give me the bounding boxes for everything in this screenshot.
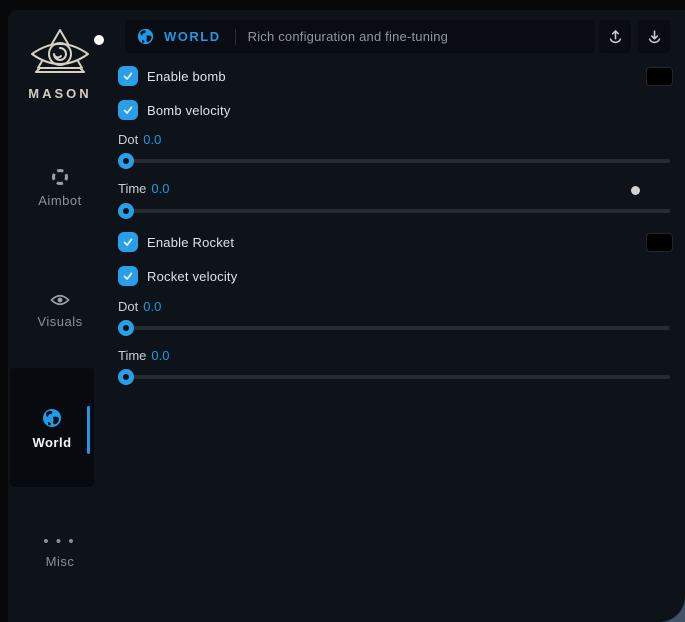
slider-name: Time	[118, 181, 146, 196]
mason-eye-logo-icon	[28, 28, 92, 78]
slider-value: 0.0	[143, 132, 161, 147]
brand-text: MASON	[8, 86, 112, 101]
sidebar-item-world[interactable]: World	[10, 368, 94, 487]
checkbox-row-enable-rocket: Enable Rocket	[118, 232, 234, 252]
slider-thumb[interactable]	[118, 203, 134, 219]
bomb-dot-slider[interactable]	[118, 153, 670, 169]
sidebar-item-visuals[interactable]: Visuals	[8, 293, 112, 329]
sidebar-item-label: Misc	[8, 554, 112, 569]
slider-thumb[interactable]	[118, 320, 134, 336]
checkbox-row-enable-bomb: Enable bomb	[118, 66, 226, 86]
sidebar-item-aimbot[interactable]: Aimbot	[8, 168, 112, 208]
bomb-velocity-checkbox[interactable]	[118, 100, 138, 120]
rocket-velocity-checkbox[interactable]	[118, 266, 138, 286]
ellipsis-icon: • • •	[8, 537, 112, 547]
slider-label: Time 0.0	[118, 348, 169, 363]
check-icon	[122, 270, 134, 282]
slider-track	[118, 326, 670, 330]
sidebar-item-label: World	[10, 435, 94, 450]
checkbox-label: Enable bomb	[147, 69, 226, 84]
checkbox-label: Bomb velocity	[147, 103, 231, 118]
sidebar-item-misc[interactable]: • • • Misc	[8, 537, 112, 569]
checkbox-row-rocket-velocity: Rocket velocity	[118, 266, 237, 286]
bomb-color-swatch[interactable]	[646, 67, 673, 86]
checkbox-label: Enable Rocket	[147, 235, 234, 250]
slider-track	[118, 375, 670, 379]
slider-name: Time	[118, 348, 146, 363]
sidebar-item-label: Visuals	[8, 314, 112, 329]
slider-thumb[interactable]	[118, 369, 134, 385]
slider-name: Dot	[118, 132, 138, 147]
check-icon	[122, 104, 134, 116]
slider-label: Dot 0.0	[118, 132, 161, 147]
check-icon	[122, 236, 134, 248]
sidebar: MASON Aimbot Visuals World	[8, 10, 112, 622]
slider-thumb[interactable]	[118, 153, 134, 169]
enable-rocket-checkbox[interactable]	[118, 232, 138, 252]
slider-name: Dot	[118, 299, 138, 314]
check-icon	[122, 70, 134, 82]
rocket-time-slider[interactable]	[118, 369, 670, 385]
rocket-color-swatch[interactable]	[646, 233, 673, 252]
rocket-dot-slider[interactable]	[118, 320, 670, 336]
checkbox-row-bomb-velocity: Bomb velocity	[118, 100, 231, 120]
slider-value: 0.0	[151, 181, 169, 196]
eye-icon	[50, 293, 70, 307]
bomb-time-slider[interactable]	[118, 203, 670, 219]
crosshair-icon	[51, 168, 69, 186]
slider-track	[118, 159, 670, 163]
enable-bomb-checkbox[interactable]	[118, 66, 138, 86]
checkbox-label: Rocket velocity	[147, 269, 237, 284]
slider-value: 0.0	[143, 299, 161, 314]
sidebar-item-label: Aimbot	[8, 193, 112, 208]
active-indicator	[87, 406, 90, 454]
globe-icon	[42, 408, 62, 428]
slider-label: Dot 0.0	[118, 299, 161, 314]
menu-panel: MASON Aimbot Visuals World	[8, 10, 685, 622]
slider-label: Time 0.0	[118, 181, 169, 196]
logo: MASON	[8, 28, 112, 101]
slider-value: 0.0	[151, 348, 169, 363]
settings-content: Enable bomb Bomb velocity Dot 0.0 Time 0.0	[118, 10, 674, 622]
slider-track	[118, 209, 670, 213]
